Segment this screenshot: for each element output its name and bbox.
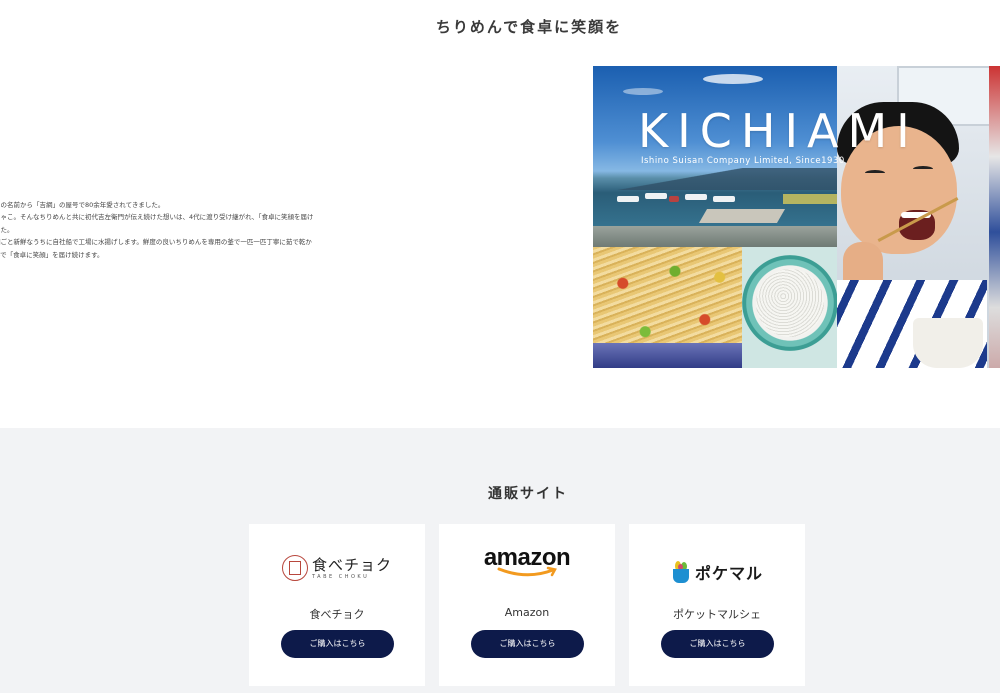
tabechoku-logo[interactable]: 食べチョク TABE CHOKU [249,544,425,588]
intro-section: ちりめんで食卓に笑顔を 門の名前から「吉網」の屋号で80余年愛されてきました。 … [0,0,1000,428]
shops-title: 通販サイト [488,486,568,502]
tabechoku-logo-subtext: TABE CHOKU [311,574,370,580]
story-line: した。 [0,225,14,234]
amazon-logo[interactable]: amazon [439,544,615,588]
page: ちりめんで食卓に笑顔を 門の名前から「吉網」の屋号で80余年愛されてきました。 … [0,0,1000,693]
brand-photo-collage: KICHIAMI Ishino Suisan Company Limited, … [593,66,1000,368]
shop-name: 食べチョク [309,608,365,621]
amazon-smile-icon [497,566,557,577]
buy-button-amazon[interactable]: ご購入はこちら [471,630,584,658]
shop-card-amazon: amazon Amazon ご購入はこちら [439,524,615,686]
pocket-marche-bag-icon [671,561,691,583]
story-line: 門の名前から「吉網」の屋号で80余年愛されてきました。 [0,201,165,209]
shop-name: ポケットマルシェ [673,608,761,621]
shop-name: Amazon [504,606,550,619]
pocket-marche-logo[interactable]: ポケマル [629,550,805,594]
tabechoku-logo-text: 食べチョク [311,556,392,574]
brand-tagline: Ishino Suisan Company Limited, Since1930 [641,156,845,166]
intro-title: ちりめんで食卓に笑顔を [435,18,623,36]
shop-card-tabechoku: 食べチョク TABE CHOKU 食べチョク ご購入はこちら [249,524,425,686]
shop-card-pocket-marche: ポケマル ポケットマルシェ ご購入はこちら [629,524,805,686]
story-line: んで「食卓に笑顔」を届け続けます。 [0,250,104,259]
pasta-photo [593,247,742,368]
pocket-marche-logo-text: ポケマル [694,564,763,583]
story-line: 網ごと新鮮なうちに自社船で工場に水揚げします。鮮度の良いちりめんを専用の釜で一匹… [0,238,312,247]
online-shops-section: 通販サイト 食べチョク TABE CHOKU 食べチョク ご購入はこちら ama… [0,428,1000,693]
brand-wordmark: KICHIAMI [638,104,919,158]
intro-story: 門の名前から「吉網」の屋号で80余年愛されてきました。 じゃこ。そんなちりめんと… [0,199,334,261]
buy-button-pocket-marche[interactable]: ご購入はこちら [661,630,774,658]
tabechoku-seal-icon [281,555,308,581]
story-line: じゃこ。そんなちりめんと共に初代吉左衛門が伝え続けた想いは、4代に渡り受け継がれ… [0,213,314,222]
buy-button-tabechoku[interactable]: ご購入はこちら [281,630,394,658]
shirasu-bowl-photo [742,247,837,368]
